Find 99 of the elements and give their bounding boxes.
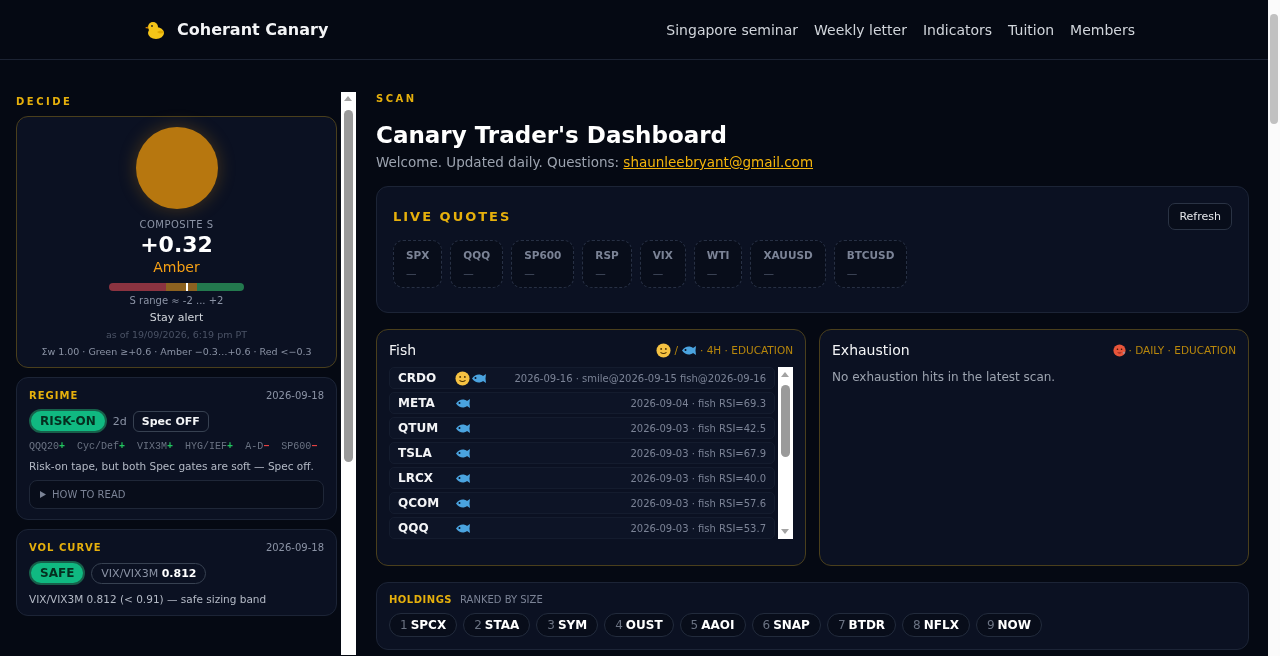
- holding-chip[interactable]: 4 OUST: [604, 613, 674, 637]
- regime-note: Risk-on tape, but both Spec gates are soft — Spec off.: [29, 460, 315, 472]
- signal-item: A-D−: [245, 441, 270, 452]
- quote-symbol: SPX: [406, 249, 430, 261]
- nav-link[interactable]: Singapore seminar: [666, 21, 799, 38]
- range-text: S range ≈ -2 ... +2: [129, 295, 224, 306]
- scrollbar[interactable]: [778, 367, 793, 539]
- hot-face-icon: [1112, 343, 1126, 357]
- triangle-icon: [40, 491, 46, 498]
- holding-chip[interactable]: 5 AAOI: [679, 613, 746, 637]
- quote-value: —: [524, 267, 536, 279]
- signal-row[interactable]: TSLA 2026-09-03 · fish RSI=67.9: [389, 442, 775, 464]
- quote-value: —: [652, 267, 665, 279]
- card-subtitle: RANKED BY SIZE: [460, 594, 543, 605]
- signal-row[interactable]: QCOM 2026-09-03 · fish RSI=57.6: [389, 492, 775, 514]
- signal-detail: 2026-09-03 · fish RSI=53.7: [630, 522, 766, 534]
- duration-text: 2d: [112, 414, 127, 428]
- composite-value: +0.32: [140, 232, 213, 257]
- quote-symbol: VIX: [652, 249, 673, 261]
- ticker: QCOM: [398, 496, 441, 510]
- signal-row[interactable]: CRDO 2026-09-16 · smile@2026-09-15 fish@2026-09-16: [389, 367, 775, 389]
- vol-badge: SAFE: [29, 561, 86, 585]
- holding-chip[interactable]: 2 STAA: [463, 613, 531, 637]
- holding-chip[interactable]: 9 NOW: [975, 613, 1042, 637]
- how-to-read-toggle[interactable]: HOW TO READ: [29, 480, 324, 509]
- card-meta: · DAILY · EDUCATION: [1128, 344, 1236, 356]
- signal-item: Cyc/Def+: [77, 441, 126, 452]
- status-label: Amber: [153, 259, 200, 275]
- refresh-button[interactable]: Refresh: [1168, 203, 1232, 230]
- ticker: TSLA: [398, 446, 433, 460]
- card-title: HOLDINGS: [389, 594, 453, 605]
- vol-note: VIX/VIX3M 0.812 (< 0.91) — safe sizing band: [29, 593, 268, 605]
- quote-value: —: [463, 267, 475, 279]
- card-title: Exhaustion: [832, 342, 910, 358]
- legend-text: Σw 1.00 · Green ≥+0.6 · Amber −0.3…+0.6 · Red <−0.3: [41, 346, 312, 357]
- card-title: VOL CURVE: [29, 542, 102, 553]
- holding-chip[interactable]: 7 BTDR: [826, 613, 897, 637]
- signal-detail: 2026-09-03 · fish RSI=67.9: [630, 447, 766, 459]
- card-meta: · 4H · EDUCATION: [700, 344, 793, 356]
- signal-detail: 2026-09-16 · smile@2026-09-15 fish@2026-09-16: [514, 372, 766, 384]
- signal-item: VIX3M+: [137, 441, 174, 452]
- quote-symbol: BTCUSD: [846, 249, 895, 261]
- quote-symbol: QQQ: [463, 249, 491, 261]
- signal-detail: 2026-09-04 · fish RSI=69.3: [630, 397, 766, 409]
- section-label: DECIDE: [16, 96, 74, 107]
- ticker: QTUM: [398, 421, 440, 435]
- meta-separator: /: [674, 344, 678, 356]
- signal-item: SP600−: [281, 441, 318, 452]
- signal-item: QQQ20+: [29, 441, 66, 452]
- canary-logo-icon: [145, 19, 167, 40]
- signal-row[interactable]: META 2026-09-04 · fish RSI=69.3: [389, 392, 775, 414]
- email-link[interactable]: shaunleebryant@gmail.com: [623, 154, 814, 170]
- scrollbar[interactable]: [341, 92, 356, 655]
- quote-value: —: [846, 267, 859, 279]
- brand-name: Coherant Canary: [177, 20, 329, 39]
- holding-chip[interactable]: 1 SPCX: [389, 613, 458, 637]
- signal-detail: 2026-09-03 · fish RSI=57.6: [630, 497, 766, 509]
- ticker: META: [398, 396, 436, 410]
- signal-item: HYG/IEF+: [185, 441, 234, 452]
- fish-icon: [681, 344, 697, 356]
- ticker: CRDO: [398, 371, 438, 385]
- regime-badge: RISK-ON: [29, 409, 107, 433]
- composite-label: COMPOSITE S: [139, 219, 214, 230]
- quote-symbol: XAUUSD: [763, 249, 813, 261]
- quote-value: —: [706, 267, 719, 279]
- quote-value: —: [763, 267, 775, 279]
- holding-chip[interactable]: 6 SNAP: [751, 613, 821, 637]
- signal-row[interactable]: QTUM 2026-09-03 · fish RSI=42.5: [389, 417, 775, 439]
- section-label: SCAN: [376, 93, 418, 104]
- spec-badge: Spec OFF: [132, 410, 209, 432]
- timestamp: as of 19/09/2026, 6:19 pm PT: [106, 329, 247, 340]
- nav-link[interactable]: Indicators: [922, 21, 993, 38]
- nav-link[interactable]: Tuition: [1008, 21, 1055, 38]
- holding-chip[interactable]: 8 NFLX: [902, 613, 970, 637]
- card-title: REGIME: [29, 390, 79, 401]
- nav-link[interactable]: Members: [1070, 21, 1135, 38]
- quote-symbol: WTI: [706, 249, 730, 261]
- holding-chip[interactable]: 3 SYM: [536, 613, 599, 637]
- quote-symbol: RSP: [595, 249, 619, 261]
- nav-link[interactable]: Weekly letter: [814, 21, 907, 38]
- quote-value: —: [595, 267, 607, 279]
- signal-row[interactable]: LRCX 2026-09-03 · fish RSI=40.0: [389, 467, 775, 489]
- card-date: 2026-09-18: [265, 542, 324, 553]
- ticker: QQQ: [398, 521, 430, 535]
- signal-detail: 2026-09-03 · fish RSI=42.5: [630, 422, 766, 434]
- card-date: 2026-09-18: [265, 390, 324, 401]
- card-title: LIVE QUOTES: [393, 209, 512, 224]
- signal-detail: 2026-09-03 · fish RSI=40.0: [630, 472, 766, 484]
- quote-symbol: SP600: [524, 249, 562, 261]
- page-scrollbar[interactable]: [1268, 0, 1280, 656]
- ticker: LRCX: [398, 471, 434, 485]
- smile-icon: [656, 342, 672, 358]
- signal-row[interactable]: QQQ 2026-09-03 · fish RSI=53.7: [389, 517, 775, 539]
- welcome-text: Welcome. Updated daily. Questions: shaunleebryant@gmail.com: [376, 154, 815, 170]
- card-title: Fish: [389, 342, 417, 358]
- advice-text: Stay alert: [149, 311, 204, 324]
- empty-message: No exhaustion hits in the latest scan.: [832, 370, 1057, 384]
- quote-value: —: [406, 267, 418, 279]
- page-title: Canary Trader's Dashboard: [376, 122, 729, 148]
